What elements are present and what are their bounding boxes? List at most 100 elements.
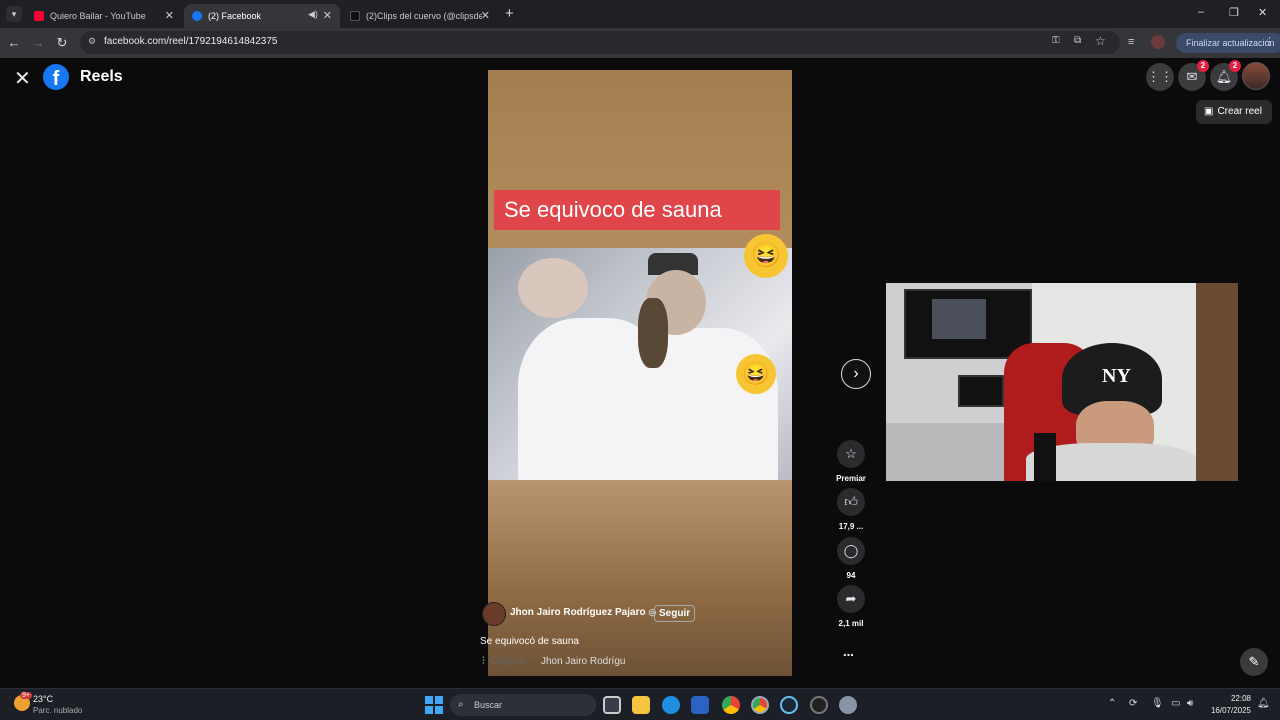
weather-temp[interactable]: 23°C	[33, 694, 53, 704]
steam-icon[interactable]	[780, 696, 798, 714]
like-action[interactable]: 👍︎ 17,9 ...	[836, 488, 866, 531]
search-icon: ⌕	[458, 699, 464, 710]
facebook-logo[interactable]: f	[43, 64, 69, 90]
install-app-icon[interactable]: ⧉	[1074, 35, 1081, 46]
taskbar-search-input[interactable]: ⌕ Buscar	[450, 694, 596, 716]
address-bar[interactable]: ⚙ facebook.com/reel/1792194614842375 ⚿ ⧉…	[80, 31, 1120, 54]
webcam-laptop	[958, 375, 1004, 407]
clock-time[interactable]: 22:08	[1211, 694, 1251, 703]
follow-button[interactable]: Seguir	[654, 605, 696, 622]
new-tab-button[interactable]: +	[505, 5, 514, 22]
author-name-text: Jhon Jairo Rodríguez Pajaro	[510, 607, 646, 618]
back-arrow-icon[interactable]: ←	[5, 34, 23, 52]
reel-video[interactable]: Se equivoco de sauna 😆 😆	[488, 70, 792, 676]
store-icon[interactable]	[691, 696, 709, 714]
comment-action[interactable]: ◯ 94	[836, 537, 866, 580]
tab-list-chevron-icon[interactable]: ▾	[6, 6, 22, 22]
tray-chevron-icon[interactable]: ⌃	[1108, 698, 1116, 709]
search-placeholder: Buscar	[474, 700, 503, 710]
browser-menu-icon[interactable]: ⋮	[1264, 35, 1275, 48]
speaker-icon[interactable]: ◀)	[308, 9, 318, 20]
audio-author: Jhon Jairo Rodrígu	[540, 656, 626, 667]
share-action[interactable]: ➦ 2,1 mil	[836, 585, 866, 628]
caption-overlay: Se equivoco de sauna	[494, 190, 780, 230]
tab-facebook[interactable]: (2) Facebook ◀) ✕	[184, 4, 340, 28]
profile-avatar[interactable]	[1151, 35, 1165, 49]
share-count: 2,1 mil	[838, 619, 864, 628]
tab-title: (2)Clips del cuervo (@clipsdelc	[366, 11, 482, 21]
close-tab-icon[interactable]: ✕	[323, 9, 332, 22]
comment-count: 94	[846, 571, 856, 580]
author-name[interactable]: Jhon Jairo Rodríguez Pajaro ◎	[510, 607, 656, 618]
page-title: Reels	[80, 68, 123, 85]
microphone-arm	[1034, 433, 1056, 481]
site-settings-icon[interactable]: ⚙	[88, 36, 96, 47]
task-view-icon[interactable]	[603, 696, 621, 714]
premiar-label: Premiar	[836, 474, 866, 483]
premiar-action[interactable]: ☆ Premiar	[836, 440, 866, 483]
tab-youtube[interactable]: Quiero Bailar - YouTube ✕	[26, 4, 182, 28]
browser-tab-bar: ▾ Quiero Bailar - YouTube ✕ (2) Facebook…	[0, 0, 1280, 28]
minimize-icon[interactable]: –	[1198, 6, 1204, 18]
more-options-icon[interactable]: ...	[843, 644, 854, 659]
chef-head	[518, 258, 588, 318]
star-award-icon[interactable]: ☆	[837, 440, 865, 468]
weather-desc[interactable]: Parc. nublado	[33, 706, 82, 715]
webcam-overlay: NY	[886, 283, 1238, 481]
obs-icon[interactable]	[810, 696, 828, 714]
share-arrow-icon[interactable]: ➦	[837, 585, 865, 613]
tab-tiktok[interactable]: (2)Clips del cuervo (@clipsdelc ✕	[342, 4, 498, 28]
like-count: 17,9 ...	[838, 522, 864, 531]
create-reel-button[interactable]: ▣ Crear reel	[1196, 100, 1272, 124]
reels-page: ✕ f Reels ⋮⋮ ✉ 2 🔔︎ 2 ▣ Crear reel Se equ…	[0, 58, 1280, 688]
chrome-icon[interactable]	[722, 696, 740, 714]
browser-toolbar: ← → ↻ ⚙ facebook.com/reel/17921946148423…	[0, 28, 1280, 58]
next-reel-button[interactable]: ›	[841, 359, 871, 389]
laughing-emoji-icon: 😆	[736, 354, 776, 394]
close-tab-icon[interactable]: ✕	[481, 9, 490, 22]
notification-bell-icon[interactable]: 🔔︎	[1257, 698, 1270, 709]
monitor-screen	[932, 299, 986, 339]
restore-icon[interactable]: ❐	[1229, 6, 1239, 19]
messenger-badge: 2	[1197, 60, 1209, 72]
audio-row[interactable]: ⫶ Original Jhon Jairo Rodrígu	[482, 656, 625, 667]
ny-logo-icon: NY	[1102, 365, 1131, 387]
thumbs-up-icon[interactable]: 👍︎	[837, 488, 865, 516]
webcam-monitor	[904, 289, 1032, 359]
comment-bubble-icon[interactable]: ◯	[837, 537, 865, 565]
chrome-active-icon[interactable]	[751, 696, 769, 714]
window-close-icon[interactable]: ✕	[1258, 6, 1267, 19]
clock-date[interactable]: 16/07/2025	[1207, 706, 1251, 715]
close-tab-icon[interactable]: ✕	[165, 9, 174, 22]
avatar[interactable]	[1242, 62, 1270, 90]
microphone-icon[interactable]: 🎙︎	[1151, 698, 1164, 709]
close-icon[interactable]: ✕	[14, 66, 31, 91]
bookmark-star-icon[interactable]: ☆	[1095, 34, 1106, 48]
tab-title: (2) Facebook	[208, 11, 262, 21]
menu-grid-icon[interactable]: ⋮⋮	[1146, 63, 1174, 91]
start-windows-icon[interactable]	[425, 696, 443, 714]
tray-sync-icon[interactable]: ⟳	[1129, 698, 1137, 709]
create-reel-label: Crear reel	[1217, 106, 1262, 117]
reading-list-icon[interactable]: ≡	[1128, 36, 1134, 48]
url-text[interactable]: facebook.com/reel/1792194614842375	[104, 36, 277, 47]
password-key-icon[interactable]: ⚿	[1052, 35, 1060, 46]
settings-gear-icon[interactable]	[839, 696, 857, 714]
forward-arrow-icon[interactable]: →	[29, 34, 47, 52]
tiktok-icon	[350, 11, 360, 21]
facebook-icon	[192, 11, 202, 21]
youtube-icon	[34, 11, 44, 21]
laughing-emoji-icon: 😆	[744, 234, 788, 278]
audio-wave-icon: ⫶	[482, 656, 485, 667]
network-icon[interactable]: ▭	[1171, 698, 1180, 709]
author-avatar[interactable]	[482, 602, 506, 626]
notifications-badge: 2	[1229, 60, 1241, 72]
volume-icon[interactable]: 🔊︎	[1187, 698, 1193, 709]
audio-label: Original	[490, 656, 525, 667]
reload-icon[interactable]: ↻	[53, 34, 71, 52]
compose-edit-icon[interactable]: ✎	[1240, 648, 1268, 676]
weather-badge: 9+	[20, 692, 32, 699]
edge-icon[interactable]	[662, 696, 680, 714]
file-explorer-icon[interactable]	[632, 696, 650, 714]
animal-figure	[638, 298, 668, 368]
